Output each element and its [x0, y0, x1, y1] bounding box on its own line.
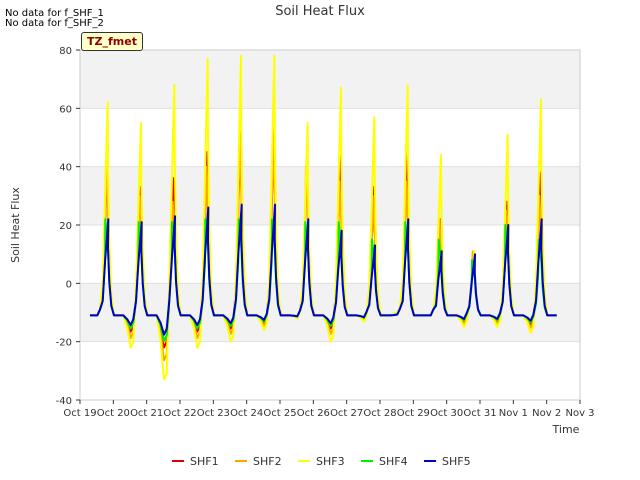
x-tick-label: Oct 31: [463, 408, 496, 419]
soil-heat-flux-chart: -40 -20 0 20 40 60 80 Oct 19 Oct 20 Oct 21 Oct 22…: [0, 0, 640, 480]
y-axis-label: Soil Heat Flux: [9, 187, 22, 263]
legend-label-shf3: SHF3: [316, 455, 345, 468]
x-tick-label: Oct 28: [363, 408, 396, 419]
x-tick-label: Oct 21: [130, 408, 163, 419]
grid-band: [80, 50, 580, 109]
x-tick-label: Oct 24: [230, 408, 263, 419]
x-tick-label: Oct 25: [263, 408, 296, 419]
x-tick-label: Oct 23: [197, 408, 230, 419]
x-tick-label: Oct 19: [63, 408, 96, 419]
y-tick-label: -20: [56, 338, 72, 349]
legend-label-shf2: SHF2: [253, 455, 282, 468]
x-tick-label: Nov 3: [565, 408, 594, 419]
x-tick-label: Oct 20: [97, 408, 130, 419]
legend-label-shf4: SHF4: [379, 455, 408, 468]
grid-band: [80, 341, 580, 400]
x-tick-label: Oct 29: [397, 408, 430, 419]
x-tick-label: Oct 30: [430, 408, 463, 419]
chart-title: Soil Heat Flux: [275, 4, 365, 19]
grid-band: [80, 108, 580, 167]
y-tick-label: 80: [59, 46, 72, 57]
legend-label-shf1: SHF1: [190, 455, 219, 468]
legend-label-shf5: SHF5: [442, 455, 471, 468]
x-tick-label: Nov 2: [532, 408, 561, 419]
y-tick-label: 0: [66, 279, 72, 290]
x-tick-label: Oct 27: [330, 408, 363, 419]
x-tick-label: Oct 26: [297, 408, 330, 419]
x-tick-label: Oct 22: [163, 408, 196, 419]
y-tick-label: -40: [56, 396, 72, 407]
x-tick-label: Nov 1: [499, 408, 528, 419]
timezone-badge: TZ_fmet: [81, 32, 143, 51]
x-axis-label: Time: [552, 423, 580, 436]
y-tick-label: 40: [59, 163, 72, 174]
y-tick-label: 60: [59, 104, 72, 115]
y-tick-label: 20: [59, 221, 72, 232]
no-data-note-2: No data for f_SHF_2: [5, 18, 104, 29]
